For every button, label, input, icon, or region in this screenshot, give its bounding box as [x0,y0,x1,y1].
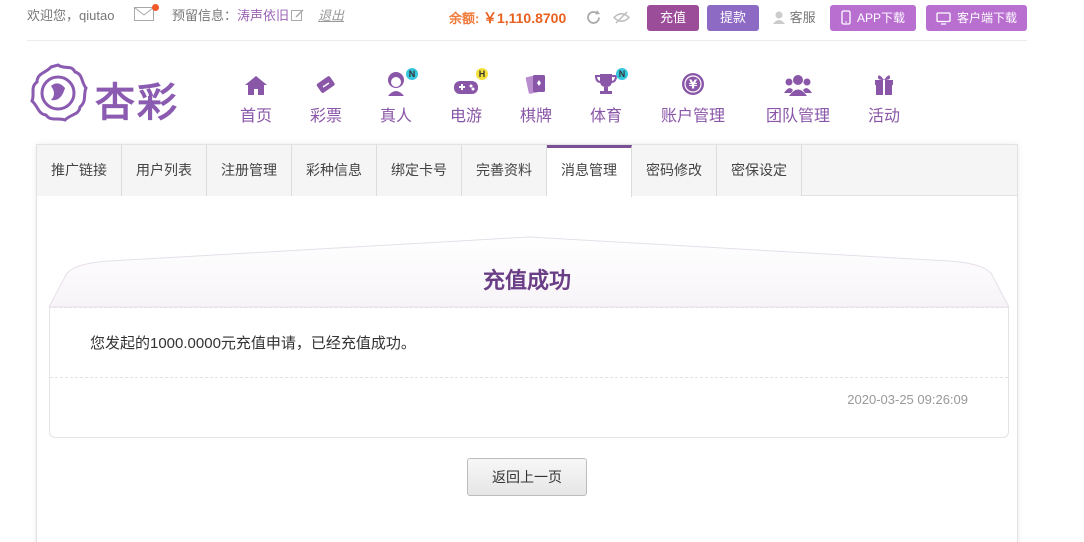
tab-security-settings[interactable]: 密保设定 [717,145,802,196]
nav-item-account[interactable]: ¥ 账户管理 [659,70,727,126]
back-button[interactable]: 返回上一页 [467,458,587,496]
withdraw-button[interactable]: 提款 [707,5,759,31]
recharge-button[interactable]: 充值 [647,5,699,31]
nav-item-promotions[interactable]: 活动 [866,70,902,126]
gamepad-icon: H [448,68,488,96]
top-bar: 欢迎您，qiutao 预留信息：涛声依旧 退出 余额: ￥1,110.8700 … [27,0,1027,41]
message-timestamp: 2020-03-25 09:26:09 [847,392,968,407]
nav-item-team[interactable]: 团队管理 [764,70,832,126]
nav-label: 棋牌 [519,108,552,125]
sub-tabs: 推广链接 用户列表 注册管理 彩种信息 绑定卡号 完善资料 消息管理 密码修改 … [37,145,1017,197]
home-icon [238,70,274,96]
client-download-button[interactable]: 客户端下载 [926,5,1027,31]
logo-emblem-icon [30,63,88,122]
nav-item-lottery[interactable]: 彩票 [308,70,344,126]
message-panel: 推广链接 用户列表 注册管理 彩种信息 绑定卡号 完善资料 消息管理 密码修改 … [36,144,1018,542]
hide-balance-icon[interactable] [613,9,630,26]
nav-label: 真人 [379,108,412,125]
new-badge: N [406,68,418,80]
nav-item-sports[interactable]: N 体育 [588,68,628,126]
site-logo[interactable]: 杏彩 [27,63,182,126]
tab-complete-profile[interactable]: 完善资料 [462,145,547,196]
balance-label: 余额: [449,11,483,26]
nav-label: 体育 [589,108,622,125]
nav-label: 活动 [867,108,900,125]
tab-lottery-info[interactable]: 彩种信息 [292,145,377,196]
tab-promo-link[interactable]: 推广链接 [37,145,122,196]
message-title: 充值成功 [482,268,571,293]
service-icon [773,11,785,24]
mail-icon[interactable] [134,4,159,21]
refresh-icon[interactable] [585,9,602,26]
nav-label: 首页 [239,108,272,125]
cards-icon [518,70,554,96]
welcome-text: 欢迎您，qiutao [27,8,115,23]
logout-link[interactable]: 退出 [318,7,344,25]
tab-message-management[interactable]: 消息管理 [547,145,632,197]
message-box: 您发起的1000.0000元充值申请，已经充值成功。 2020-03-25 09… [49,307,1009,438]
gift-icon [866,70,902,96]
app-download-label: APP下载 [856,11,905,25]
tab-bind-card[interactable]: 绑定卡号 [377,145,462,196]
balance: 余额: ￥1,110.8700 [449,9,566,28]
reserved-info-value: 涛声依旧 [237,8,290,23]
app-download-button[interactable]: APP下载 [830,5,916,31]
dealer-icon: N [378,68,418,96]
monitor-icon [936,12,951,25]
client-download-label: 客户端下载 [956,11,1017,25]
trophy-icon: N [588,68,628,96]
nav-label: 彩票 [309,108,342,125]
tab-register-management[interactable]: 注册管理 [207,145,292,196]
nav-label: 电游 [449,108,482,125]
nav-item-egame[interactable]: H 电游 [448,68,488,126]
nav-label: 账户管理 [660,108,725,125]
team-icon [764,70,832,96]
phone-icon [841,10,851,25]
svg-text:¥: ¥ [689,78,698,92]
yen-icon: ¥ [659,70,727,96]
customer-service-label: 客服 [789,10,816,25]
tab-change-password[interactable]: 密码修改 [632,145,717,196]
ticket-icon [308,70,344,96]
hot-badge: H [476,68,488,80]
balance-value: ￥1,110.8700 [482,10,567,26]
customer-service-link[interactable]: 客服 [772,9,816,27]
unread-dot [152,4,159,11]
message-body: 您发起的1000.0000元充值申请，已经充值成功。 [90,335,416,352]
nav-item-home[interactable]: 首页 [238,70,274,126]
reserved-info: 预留信息：涛声依旧 [172,7,304,27]
nav-item-chess[interactable]: 棋牌 [518,70,554,126]
tab-user-list[interactable]: 用户列表 [122,145,207,196]
nav-label: 团队管理 [765,108,830,125]
logo-text: 杏彩 [95,79,179,126]
reserved-info-label: 预留信息： [172,8,238,23]
edit-icon[interactable] [291,9,304,27]
new-badge: N [616,68,628,80]
divider [50,377,1008,378]
nav-item-live[interactable]: N 真人 [378,68,418,126]
